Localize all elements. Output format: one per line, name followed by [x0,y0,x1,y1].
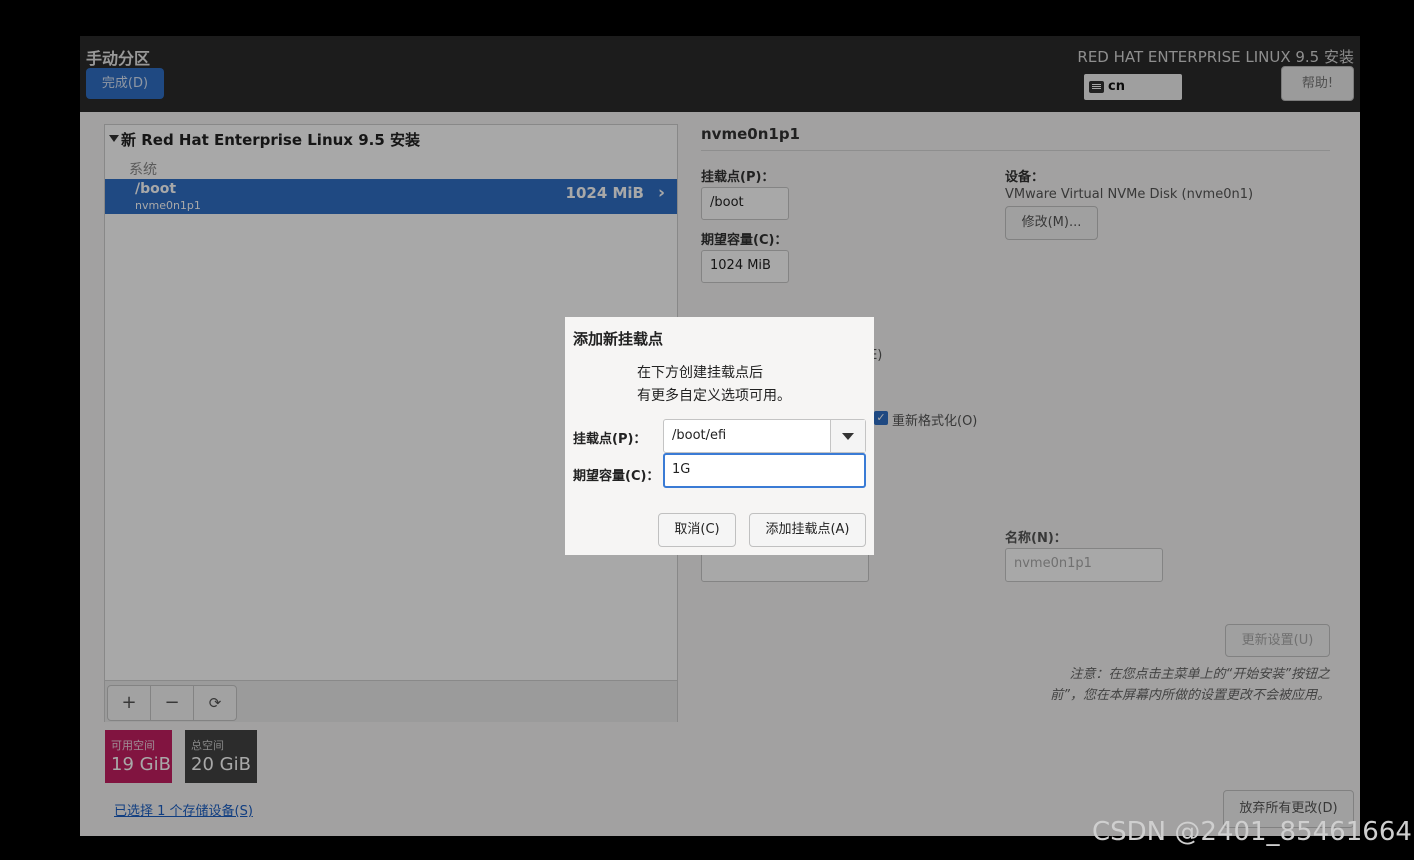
cancel-button[interactable]: 取消(C) [658,513,736,547]
dialog-capacity-label: 期望容量(C)： [573,469,660,484]
chevron-down-icon[interactable] [830,420,865,452]
add-mount-point-button[interactable]: 添加挂载点(A) [749,513,866,547]
dialog-description-line1: 在下方创建挂载点后 [637,365,763,381]
dialog-description: 在下方创建挂载点后 有更多自定义选项可用。 [637,362,791,408]
capacity-input[interactable]: 1G [663,453,866,488]
dialog-mount-point-label: 挂载点(P)： [573,432,647,447]
mount-point-combobox[interactable]: /boot/efi [663,419,866,453]
watermark: CSDN @2401_85461664 [1092,817,1412,847]
dialog-title: 添加新挂载点 [573,330,664,348]
capacity-input-value: 1G [672,462,691,477]
dialog-description-line2: 有更多自定义选项可用。 [637,388,791,404]
mount-point-combo-value: /boot/efi [672,428,727,443]
add-mount-point-dialog: 添加新挂载点 在下方创建挂载点后 有更多自定义选项可用。 挂载点(P)： /bo… [565,317,874,555]
